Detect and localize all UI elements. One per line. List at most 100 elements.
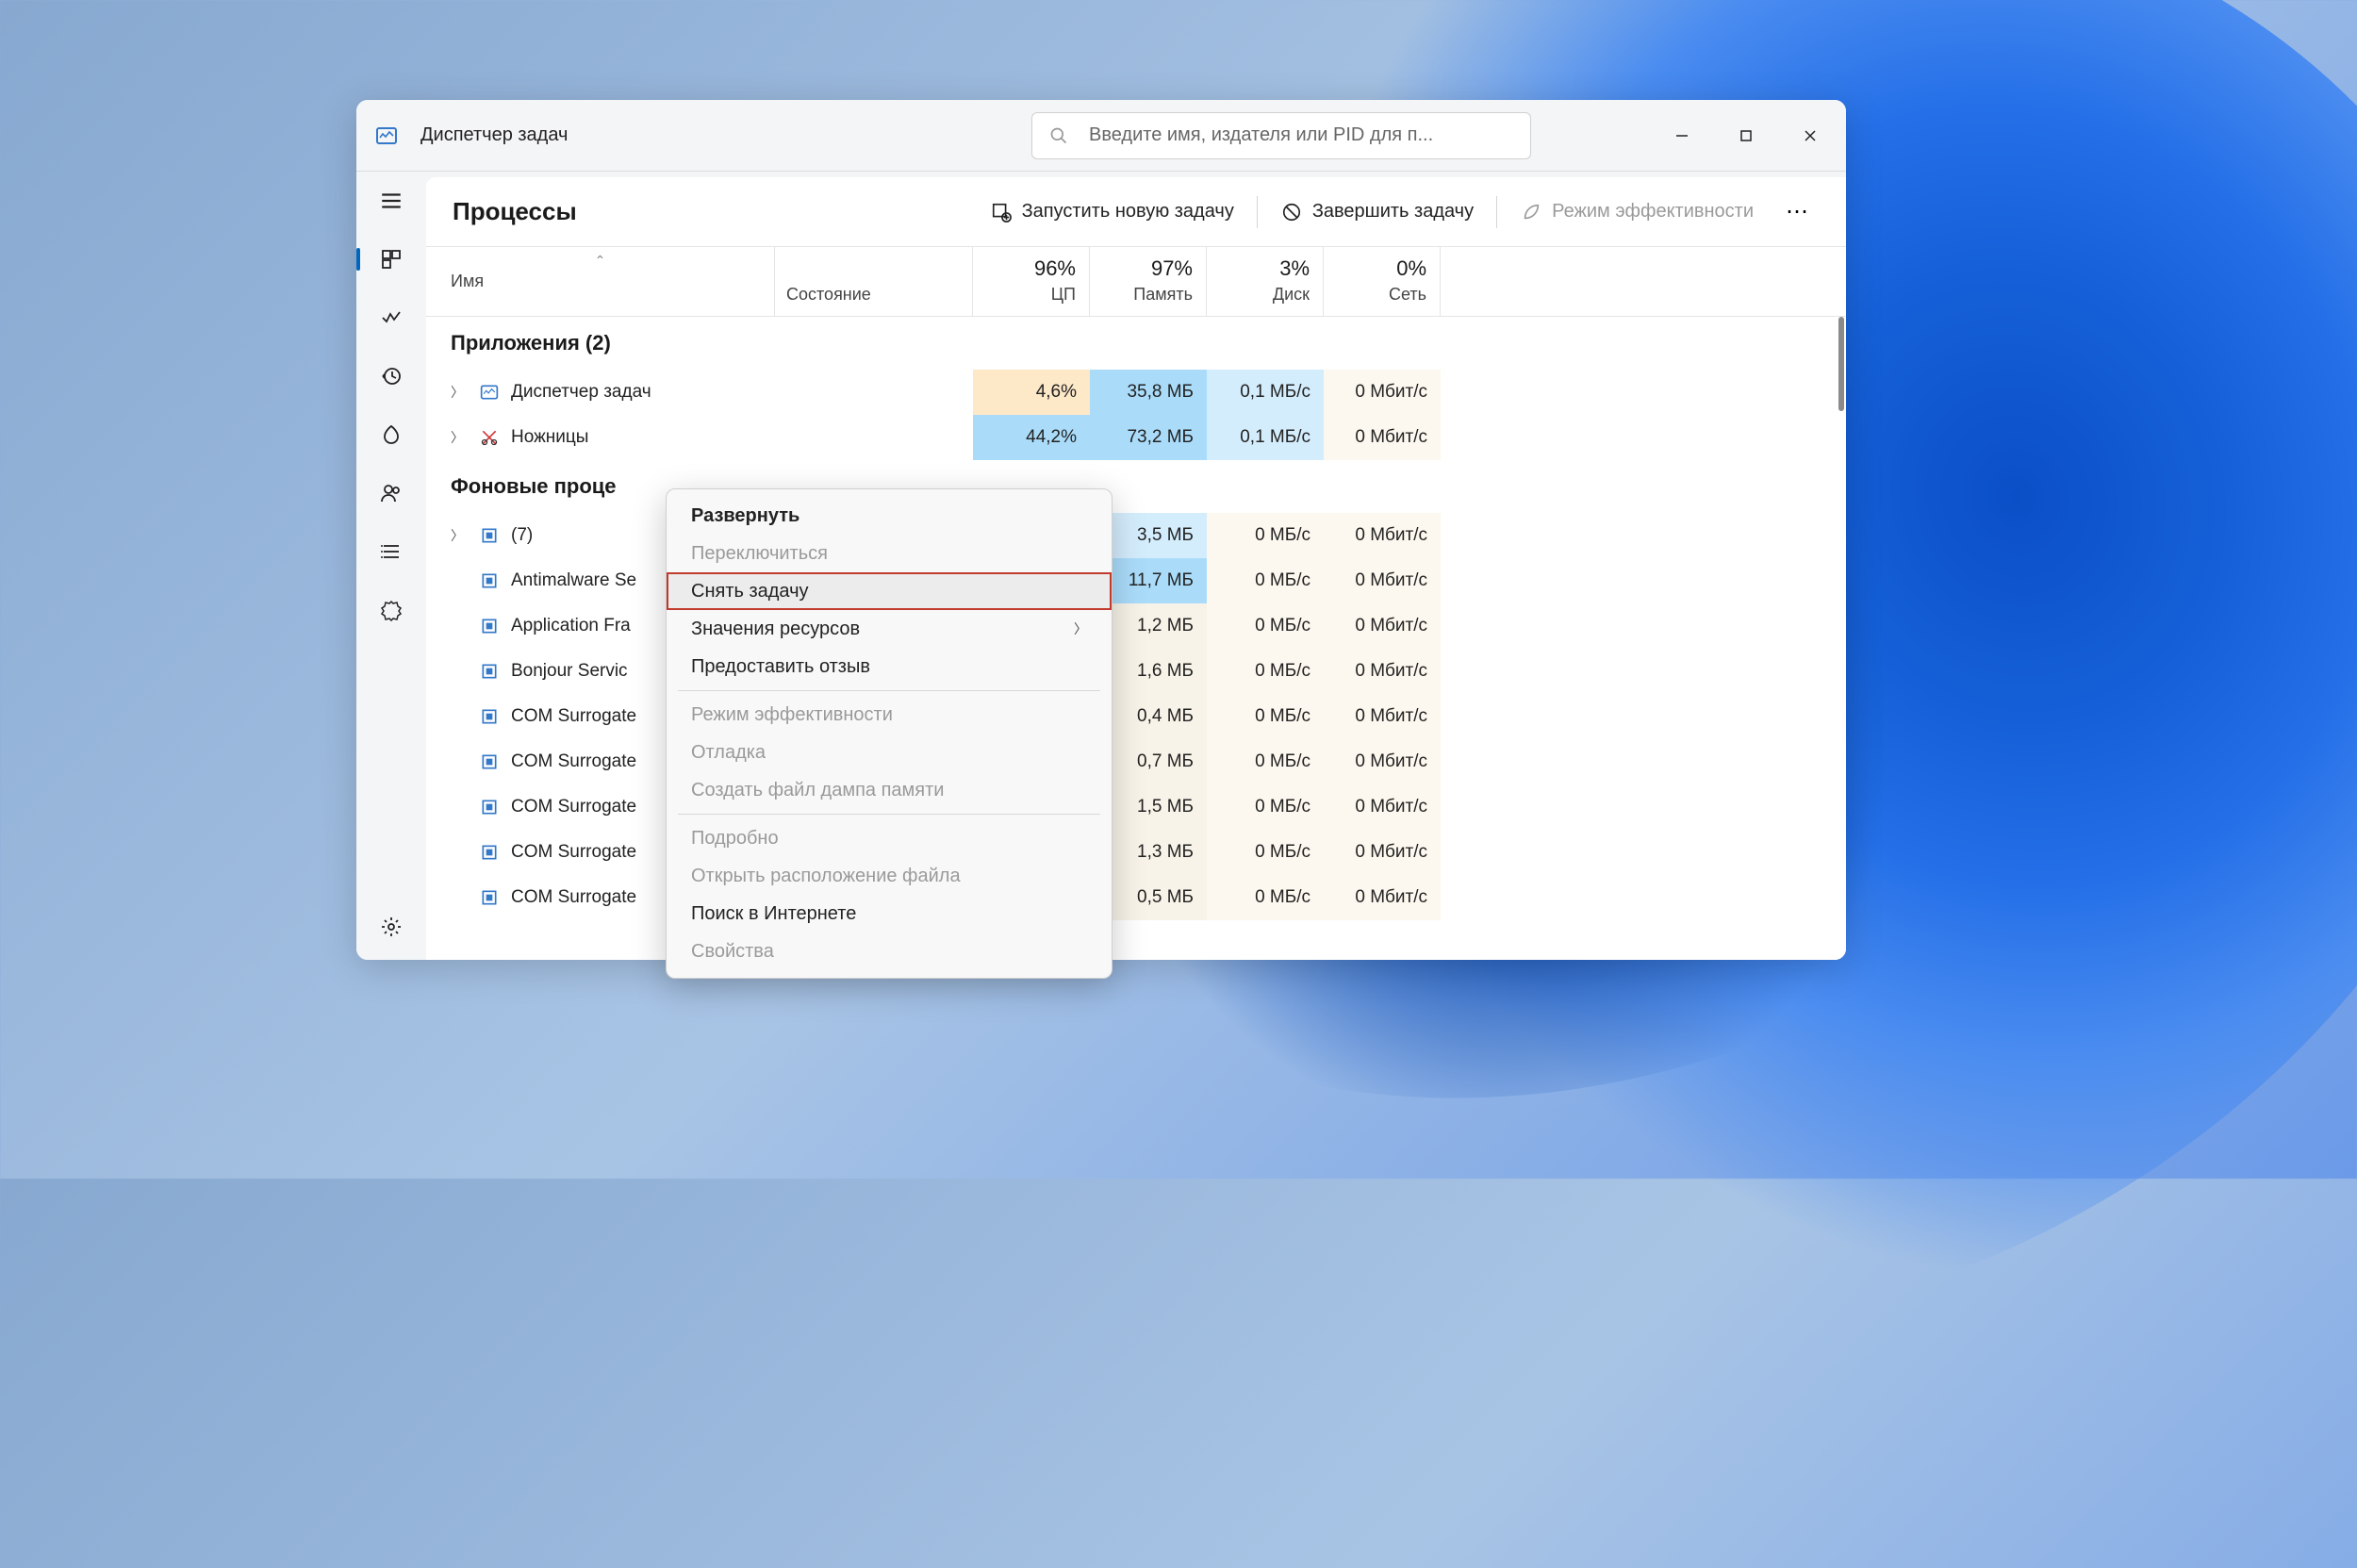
group-apps: Приложения (2)	[426, 317, 1846, 370]
cm-debug: Отладка	[667, 734, 1112, 771]
process-name: Bonjour Servic	[511, 661, 628, 682]
cm-search-online[interactable]: Поиск в Интернете	[667, 895, 1112, 933]
cm-feedback[interactable]: Предоставить отзыв	[667, 648, 1112, 685]
hamburger-button[interactable]	[375, 185, 407, 217]
app-icon	[375, 124, 398, 147]
sidebar-details[interactable]	[375, 536, 407, 568]
process-icon	[479, 427, 500, 448]
process-row[interactable]: Application Fra%1,2 МБ0 МБ/с0 Мбит/с	[426, 603, 1846, 649]
process-row[interactable]: 〉 Диспетчер задач 4,6%35,8 МБ0,1 МБ/с0 Мби…	[426, 370, 1846, 415]
process-row[interactable]: 〉(7)%3,5 МБ0 МБ/с0 Мбит/с	[426, 513, 1846, 558]
minimize-button[interactable]	[1673, 126, 1691, 145]
process-name: COM Surrogate	[511, 706, 636, 727]
sidebar-startup[interactable]	[375, 419, 407, 451]
search-placeholder: Введите имя, издателя или PID для п...	[1089, 124, 1433, 146]
sort-arrow-icon: ⌃	[595, 253, 606, 269]
col-name-label: Имя	[451, 272, 774, 291]
disk-cell: 0,1 МБ/с	[1207, 415, 1324, 460]
close-button[interactable]	[1801, 126, 1820, 145]
scrollbar-thumb[interactable]	[1838, 317, 1844, 411]
sidebar-services[interactable]	[375, 594, 407, 626]
process-icon	[479, 842, 500, 863]
col-network[interactable]: 0%Сеть	[1324, 247, 1441, 316]
cm-end-task[interactable]: Снять задачу	[667, 572, 1112, 610]
disk-cell: 0 МБ/с	[1207, 830, 1324, 875]
disk-cell: 0 МБ/с	[1207, 694, 1324, 739]
more-button[interactable]: ⋯	[1776, 194, 1820, 229]
cm-resource-values[interactable]: Значения ресурсов〉	[667, 610, 1112, 648]
network-cell: 0 Мбит/с	[1324, 603, 1441, 649]
col-cpu[interactable]: 96%ЦП	[973, 247, 1090, 316]
group-background: Фоновые проце	[426, 460, 1846, 513]
end-task-button[interactable]: Завершить задачу	[1271, 193, 1483, 231]
network-cell: 0 Мбит/с	[1324, 370, 1441, 415]
process-name: COM Surrogate	[511, 797, 636, 817]
process-name: Ножницы	[511, 427, 588, 448]
toolbar-separator	[1257, 196, 1258, 228]
run-task-icon	[990, 201, 1013, 223]
process-name: COM Surrogate	[511, 887, 636, 908]
process-icon	[479, 382, 500, 403]
network-cell: 0 Мбит/с	[1324, 649, 1441, 694]
cpu-cell: 4,6%	[973, 370, 1090, 415]
chevron-right-icon: 〉	[451, 383, 468, 402]
sidebar-performance[interactable]	[375, 302, 407, 334]
content-header: Процессы Запустить новую задачу Завершит…	[426, 177, 1846, 247]
process-row[interactable]: Bonjour Servic%1,6 МБ0 МБ/с0 Мбит/с	[426, 649, 1846, 694]
window-controls	[1673, 126, 1820, 145]
cm-separator	[678, 814, 1100, 815]
chevron-right-icon: 〉	[1074, 619, 1087, 638]
process-row[interactable]: COM Surrogate0%0,5 МБ0 МБ/с0 Мбит/с	[426, 875, 1846, 920]
maximize-button[interactable]	[1737, 126, 1755, 145]
disk-cell: 0,1 МБ/с	[1207, 370, 1324, 415]
cm-separator	[678, 690, 1100, 691]
col-disk[interactable]: 3%Диск	[1207, 247, 1324, 316]
cm-expand[interactable]: Развернуть	[667, 497, 1112, 535]
process-row[interactable]: Antimalware Se%11,7 МБ0 МБ/с0 Мбит/с	[426, 558, 1846, 603]
process-name: Application Fra	[511, 616, 631, 636]
disk-cell: 0 МБ/с	[1207, 784, 1324, 830]
process-icon	[479, 661, 500, 682]
leaf-icon	[1520, 201, 1542, 223]
sidebar-settings[interactable]	[375, 911, 407, 943]
cm-efficiency: Режим эффективности	[667, 696, 1112, 734]
process-name: Диспетчер задач	[511, 382, 651, 403]
disk-cell: 0 МБ/с	[1207, 875, 1324, 920]
cm-dump: Создать файл дампа памяти	[667, 771, 1112, 809]
run-new-task-label: Запустить новую задачу	[1022, 201, 1234, 223]
process-name: COM Surrogate	[511, 751, 636, 772]
process-row[interactable]: 〉Ножницы44,2%73,2 МБ0,1 МБ/с0 Мбит/с	[426, 415, 1846, 460]
titlebar: Диспетчер задач Введите имя, издателя ил…	[356, 100, 1846, 172]
process-icon	[479, 570, 500, 591]
search-input[interactable]: Введите имя, издателя или PID для п...	[1031, 112, 1531, 159]
process-row[interactable]: COM Surrogate%1,5 МБ0 МБ/с0 Мбит/с	[426, 784, 1846, 830]
memory-cell: 35,8 МБ	[1090, 370, 1207, 415]
cm-details: Подробно	[667, 819, 1112, 857]
memory-cell: 73,2 МБ	[1090, 415, 1207, 460]
app-title: Диспетчер задач	[420, 124, 568, 146]
process-icon	[479, 797, 500, 817]
col-status[interactable]: Состояние	[775, 247, 973, 316]
process-row[interactable]: COM Surrogate%0,4 МБ0 МБ/с0 Мбит/с	[426, 694, 1846, 739]
sidebar	[356, 172, 426, 960]
table-header: ⌃ Имя Состояние 96%ЦП 97%Память 3%Диск 0…	[426, 247, 1846, 317]
sidebar-processes[interactable]	[375, 243, 407, 275]
sidebar-users[interactable]	[375, 477, 407, 509]
disk-cell: 0 МБ/с	[1207, 649, 1324, 694]
toolbar: Запустить новую задачу Завершить задачу …	[981, 193, 1820, 231]
network-cell: 0 Мбит/с	[1324, 415, 1441, 460]
process-name: (7)	[511, 525, 533, 546]
process-row[interactable]: COM Surrogate%1,3 МБ0 МБ/с0 Мбит/с	[426, 830, 1846, 875]
disk-cell: 0 МБ/с	[1207, 513, 1324, 558]
search-icon	[1049, 126, 1068, 145]
disk-cell: 0 МБ/с	[1207, 739, 1324, 784]
col-name[interactable]: ⌃ Имя	[426, 247, 775, 316]
col-memory[interactable]: 97%Память	[1090, 247, 1207, 316]
run-new-task-button[interactable]: Запустить новую задачу	[981, 193, 1244, 231]
process-row[interactable]: COM Surrogate%0,7 МБ0 МБ/с0 Мбит/с	[426, 739, 1846, 784]
process-icon	[479, 525, 500, 546]
disk-cell: 0 МБ/с	[1207, 558, 1324, 603]
network-cell: 0 Мбит/с	[1324, 558, 1441, 603]
network-cell: 0 Мбит/с	[1324, 875, 1441, 920]
sidebar-app-history[interactable]	[375, 360, 407, 392]
